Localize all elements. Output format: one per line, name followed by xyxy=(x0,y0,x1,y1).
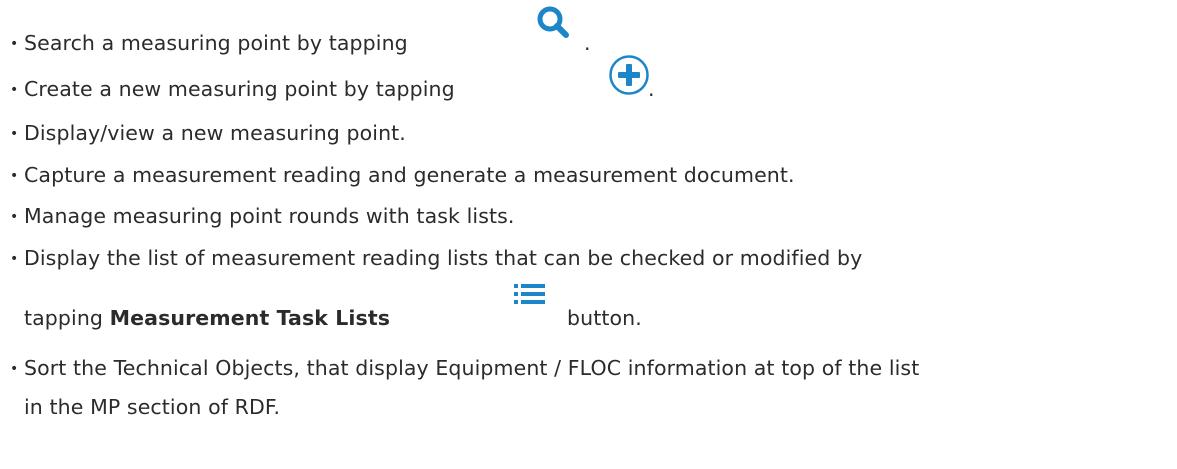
item-suffix: . xyxy=(584,31,591,55)
list-item-continuation: in the MP section of RDF. xyxy=(24,395,281,419)
item-text: Display the list of measurement reading … xyxy=(24,246,863,270)
bullet: • xyxy=(10,82,19,98)
item-text: Create a new measuring point by tapping xyxy=(24,77,455,101)
item-text: Display/view a new measuring point. xyxy=(24,121,406,145)
list-item: • Manage measuring point rounds with task… xyxy=(10,203,515,230)
item-suffix: button. xyxy=(567,306,642,330)
bullet: • xyxy=(10,168,19,184)
item-text: Manage measuring point rounds with task … xyxy=(24,204,515,228)
item-text: Sort the Technical Objects, that display… xyxy=(24,356,920,380)
bullet: • xyxy=(10,36,19,52)
search-icon xyxy=(537,6,569,38)
measurement-task-lists-label: Measurement Task Lists xyxy=(109,306,391,330)
list-item: • Capture a measurement reading and gener… xyxy=(10,162,795,189)
bullet: • xyxy=(10,209,19,225)
list-item: • Create a new measuring point by tapping xyxy=(10,76,455,103)
list-item: • Display the list of measurement reading… xyxy=(10,245,862,272)
bullet: • xyxy=(10,126,19,142)
list-item: • Display/view a new measuring point. xyxy=(10,120,406,147)
item-text: Capture a measurement reading and genera… xyxy=(24,163,795,187)
list-item: • Sort the Technical Objects, that displa… xyxy=(10,355,919,382)
item-text: tapping xyxy=(24,306,110,330)
bullet: • xyxy=(10,361,19,377)
item-suffix: . xyxy=(648,77,655,101)
item-text: Search a measuring point by tapping xyxy=(24,31,408,55)
list-item-continuation: tapping Measurement Task Lists xyxy=(24,305,390,331)
add-circle-icon xyxy=(609,55,649,95)
document-body: • Search a measuring point by tapping . •… xyxy=(0,0,1177,469)
list-item: • Search a measuring point by tapping xyxy=(10,30,408,57)
list-icon xyxy=(514,284,545,304)
bullet: • xyxy=(10,251,19,267)
